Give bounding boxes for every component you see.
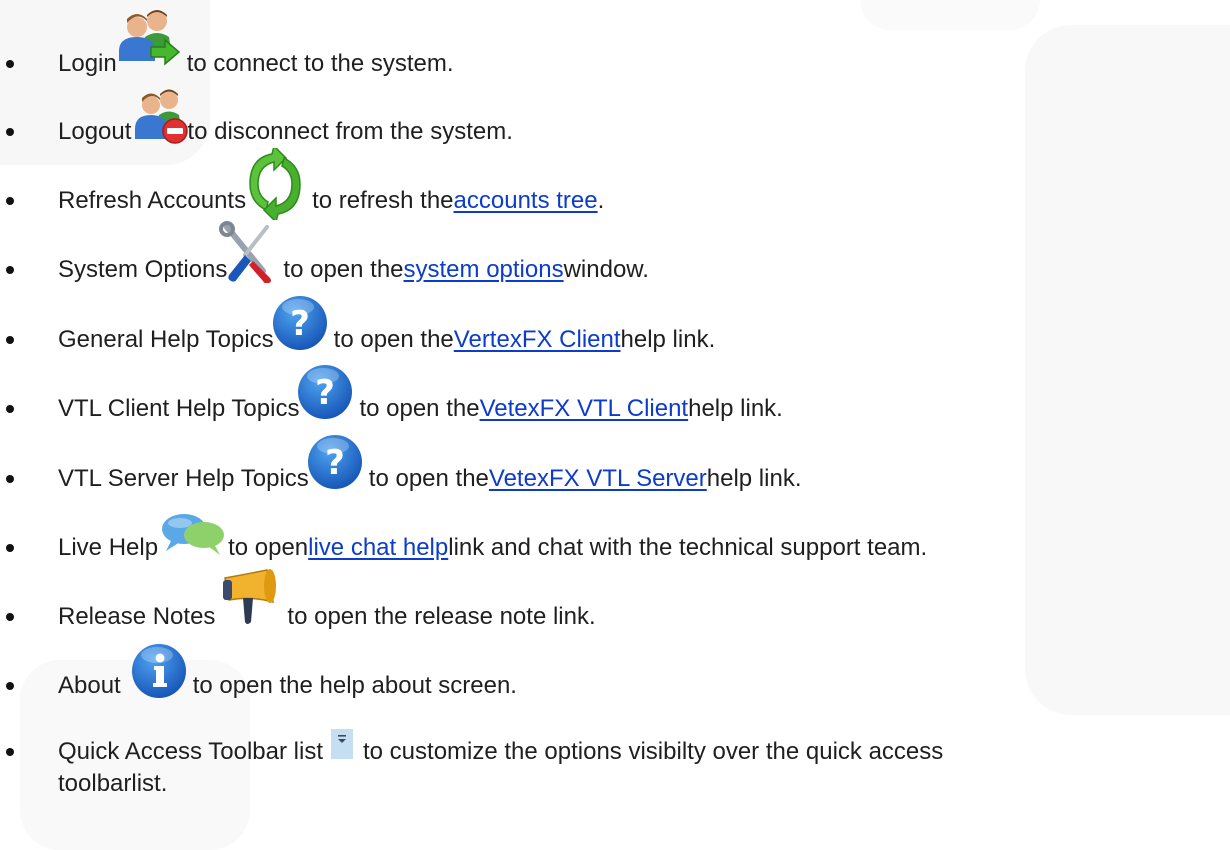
bullet (6, 613, 14, 621)
item-description-end: . (597, 186, 605, 214)
login-users-icon (117, 9, 187, 79)
item-description-end: help link. (706, 464, 802, 492)
item-label: Live Help (58, 533, 159, 561)
item-description: to open the help about screen. (192, 671, 517, 699)
item-description: to connect to the system. (186, 49, 454, 77)
item-label: General Help Topics (58, 325, 274, 353)
item-description: to open the (333, 325, 454, 353)
item-description: to open the (368, 464, 489, 492)
item-description: to disconnect from the system. (187, 117, 513, 145)
bullet (6, 60, 14, 68)
live-chat-help-link[interactable]: live chat help (308, 533, 448, 563)
item-description: to open the (283, 255, 404, 283)
bullet (6, 336, 14, 344)
item-label: VTL Client Help Topics (58, 394, 300, 422)
item-label: Release Notes (58, 602, 216, 630)
logout-users-icon (131, 89, 189, 147)
dropdown-arrow-icon (323, 728, 363, 767)
bullet (6, 405, 14, 413)
item-description: to open the (359, 394, 480, 422)
item-description: to customize the options visibilty over … (363, 737, 944, 765)
item-description-end: help link. (620, 325, 716, 353)
background-shape (1025, 25, 1230, 715)
svg-text:?: ? (290, 304, 310, 344)
item-description: to refresh the (312, 186, 454, 214)
help-question-icon: ? (298, 364, 359, 424)
item-description-end: help link. (688, 394, 783, 422)
item-label: System Options (58, 255, 228, 283)
bullet (6, 475, 14, 483)
bullet (6, 266, 14, 274)
item-description-end: window. (563, 255, 649, 283)
item-label: About (58, 671, 121, 699)
tools-icon (219, 220, 283, 285)
item-description: to open (228, 533, 309, 561)
vtl-server-link[interactable]: VetexFX VTL Server (489, 464, 707, 494)
bullet (6, 748, 14, 756)
help-question-icon: ? (307, 434, 369, 494)
system-options-link[interactable]: system options (404, 255, 564, 285)
bullet (6, 682, 14, 690)
item-label: Refresh Accounts (58, 186, 247, 214)
bullet (6, 544, 14, 552)
bullet (6, 128, 14, 136)
background-shape (860, 0, 1040, 30)
help-question-icon: ? (272, 295, 334, 355)
bullet (6, 197, 14, 205)
vtl-client-link[interactable]: VetexFX VTL Client (480, 394, 689, 424)
item-label: Login (58, 49, 117, 77)
svg-text:?: ? (316, 373, 336, 413)
chat-bubbles-icon (158, 513, 228, 563)
item-description-end: link and chat with the technical support… (448, 533, 928, 561)
info-icon (121, 643, 193, 701)
vertexfx-client-link[interactable]: VertexFX Client (454, 325, 621, 355)
megaphone-icon (215, 568, 287, 632)
item-description-line2: toolbarlist. (58, 770, 168, 797)
item-label: Logout (58, 117, 132, 145)
item-description: to open the release note link. (287, 602, 596, 630)
accounts-tree-link[interactable]: accounts tree (454, 186, 598, 216)
refresh-arrows-icon (246, 147, 312, 220)
svg-text:?: ? (325, 443, 345, 483)
item-label: Quick Access Toolbar list (58, 737, 323, 765)
item-label: VTL Server Help Topics (58, 464, 309, 492)
